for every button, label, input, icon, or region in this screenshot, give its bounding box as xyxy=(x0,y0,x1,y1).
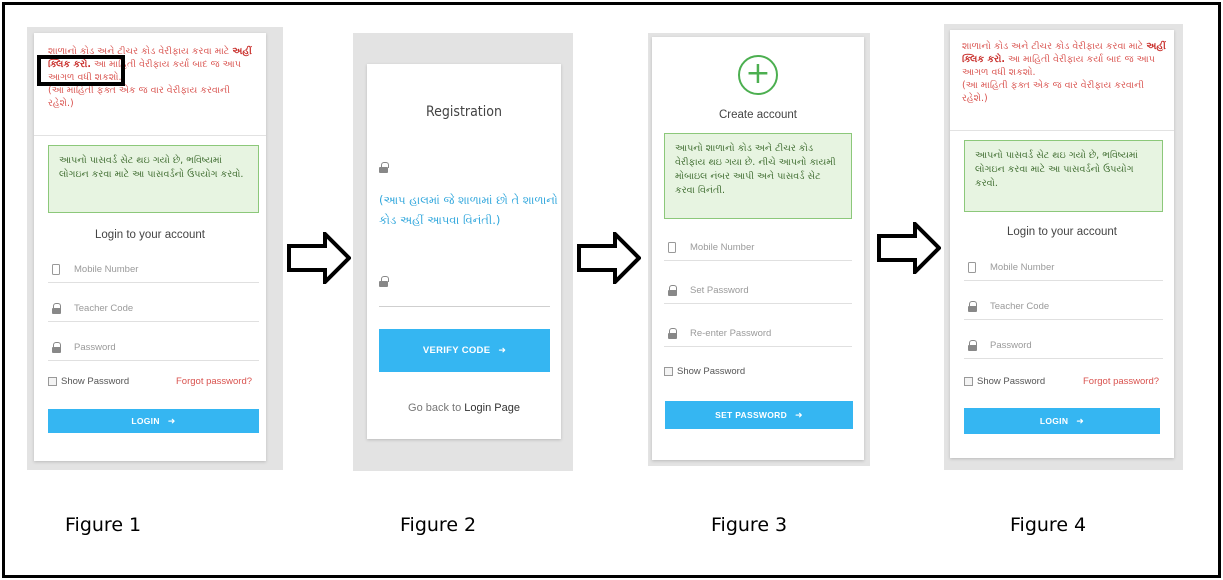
set-password-field[interactable]: Set Password xyxy=(664,278,852,304)
mobile-number-placeholder: Mobile Number xyxy=(990,262,1055,273)
password-placeholder: Password xyxy=(74,342,116,353)
mobile-number-placeholder: Mobile Number xyxy=(690,242,755,253)
figure1-login-card: શાળાનો કોડ અને ટીચર કોડ વેરીફાય કરવા માટ… xyxy=(34,33,266,461)
lock-icon xyxy=(50,302,62,316)
verified-message-text: આપનો શાળાનો કોડ અને ટીચર કોડ વેરીફાય થઇ … xyxy=(675,143,836,196)
verify-notice-line3: (આ માહિતી ફક્ત એક જ વાર વેરીફાય કરવાની ર… xyxy=(48,85,230,109)
success-message-text: આપનો પાસવર્ડ સેટ થઇ ગયો છે, ભવિષ્યમાં લો… xyxy=(975,150,1138,189)
show-password-toggle[interactable]: Show Password xyxy=(48,376,129,387)
phone-icon xyxy=(50,263,62,277)
login-button[interactable]: LOGIN ➜ xyxy=(48,409,259,433)
divider xyxy=(34,135,266,136)
verify-notice: શાળાનો કોડ અને ટીચર કોડ વેરીફાય કરવા માટ… xyxy=(962,40,1166,105)
add-icon: + xyxy=(738,55,778,95)
back-to-login[interactable]: Go back to Login Page xyxy=(367,402,561,414)
password-field[interactable]: Password xyxy=(964,333,1163,359)
teacher-code-placeholder: Teacher Code xyxy=(74,303,134,314)
teacher-code-field[interactable]: Teacher Code xyxy=(48,296,259,322)
show-password-toggle[interactable]: Show Password xyxy=(964,376,1045,387)
figure-2-label: Figure 2 xyxy=(400,514,477,536)
forgot-password-link[interactable]: Forgot password? xyxy=(176,376,252,387)
arrow-right-icon: ➜ xyxy=(498,345,507,355)
show-password-checkbox[interactable] xyxy=(48,377,57,386)
arrow-right-icon xyxy=(877,222,941,274)
figure-3-label: Figure 3 xyxy=(711,514,788,536)
lock-icon xyxy=(966,300,978,314)
lock-icon xyxy=(666,327,678,341)
arrow-right-icon xyxy=(577,232,641,284)
verify-code-label: VERIFY CODE xyxy=(422,345,491,356)
show-password-checkbox[interactable] xyxy=(964,377,973,386)
reenter-password-field[interactable]: Re-enter Password xyxy=(664,321,852,347)
code-input-underline[interactable] xyxy=(379,306,550,307)
login-button[interactable]: LOGIN ➜ xyxy=(964,408,1160,434)
set-password-placeholder: Set Password xyxy=(690,285,749,296)
show-password-label: Show Password xyxy=(677,366,746,377)
mobile-number-placeholder: Mobile Number xyxy=(74,264,139,275)
teacher-code-placeholder: Teacher Code xyxy=(990,301,1050,312)
phone-icon xyxy=(966,261,978,275)
login-button-label: LOGIN xyxy=(1039,416,1069,426)
verify-notice-line1: શાળાનો કોડ અને ટીચર કોડ વેરીફાય કરવા માટ… xyxy=(962,41,1144,52)
create-account-heading: Create account xyxy=(719,109,797,121)
login-page-link[interactable]: Login Page xyxy=(464,402,520,414)
login-heading: Login to your account xyxy=(95,229,205,241)
figure-4-label: Figure 4 xyxy=(1010,514,1087,536)
success-message: આપનો પાસવર્ડ સેટ થઇ ગયો છે, ભવિષ્યમાં લો… xyxy=(48,145,259,213)
figure4-login-card: શાળાનો કોડ અને ટીચર કોડ વેરીફાય કરવા માટ… xyxy=(950,30,1174,458)
figure3-create-account-card: + Create account આપનો શાળાનો કોડ અને ટીચ… xyxy=(652,37,864,460)
phone-icon xyxy=(666,241,678,255)
password-placeholder: Password xyxy=(990,340,1032,351)
arrow-right-icon xyxy=(287,232,351,284)
set-password-label: SET PASSWORD xyxy=(715,410,788,420)
password-field[interactable]: Password xyxy=(48,335,259,361)
verified-message: આપનો શાળાનો કોડ અને ટીચર કોડ વેરીફાય થઇ … xyxy=(664,133,852,219)
show-password-label: Show Password xyxy=(977,376,1046,387)
divider xyxy=(950,130,1174,131)
show-password-label: Show Password xyxy=(61,376,130,387)
forgot-password-link[interactable]: Forgot password? xyxy=(1083,376,1159,387)
mobile-number-field[interactable]: Mobile Number xyxy=(48,257,259,283)
show-password-toggle[interactable]: Show Password xyxy=(664,366,745,377)
reenter-password-placeholder: Re-enter Password xyxy=(690,328,772,339)
mobile-number-field[interactable]: Mobile Number xyxy=(964,255,1163,281)
back-text: Go back to xyxy=(408,402,465,414)
login-button-label: LOGIN xyxy=(131,416,160,426)
figure-1-label: Figure 1 xyxy=(65,514,142,536)
verify-code-button[interactable]: VERIFY CODE ➜ xyxy=(379,329,550,372)
arrow-right-icon: ➜ xyxy=(1076,415,1085,426)
show-password-checkbox[interactable] xyxy=(664,367,673,376)
success-message-text: આપનો પાસવર્ડ સેટ થઇ ગયો છે, ભવિષ્યમાં લો… xyxy=(59,155,244,180)
success-message: આપનો પાસવર્ડ સેટ થઇ ગયો છે, ભવિષ્યમાં લો… xyxy=(964,140,1163,212)
school-code-hint: (આપ હાલમાં જે શાળામાં છો તે શાળાનો કોડ અ… xyxy=(379,193,558,227)
highlight-box xyxy=(37,55,125,86)
teacher-code-field[interactable]: Teacher Code xyxy=(964,294,1163,320)
lock-icon xyxy=(50,341,62,355)
lock-icon xyxy=(666,284,678,298)
mobile-number-field[interactable]: Mobile Number xyxy=(664,235,852,261)
figure2-registration-card: Registration (આપ હાલમાં જે શાળામાં છો તે… xyxy=(367,64,561,439)
registration-title: Registration xyxy=(426,104,502,120)
set-password-button[interactable]: SET PASSWORD ➜ xyxy=(665,401,853,429)
verify-notice-line3: (આ માહિતી ફક્ત એક જ વાર વેરીફાય કરવાની ર… xyxy=(962,80,1144,104)
login-heading: Login to your account xyxy=(1007,226,1117,238)
arrow-right-icon: ➜ xyxy=(795,409,803,420)
lock-icon xyxy=(966,339,978,353)
arrow-right-icon: ➜ xyxy=(167,415,176,426)
